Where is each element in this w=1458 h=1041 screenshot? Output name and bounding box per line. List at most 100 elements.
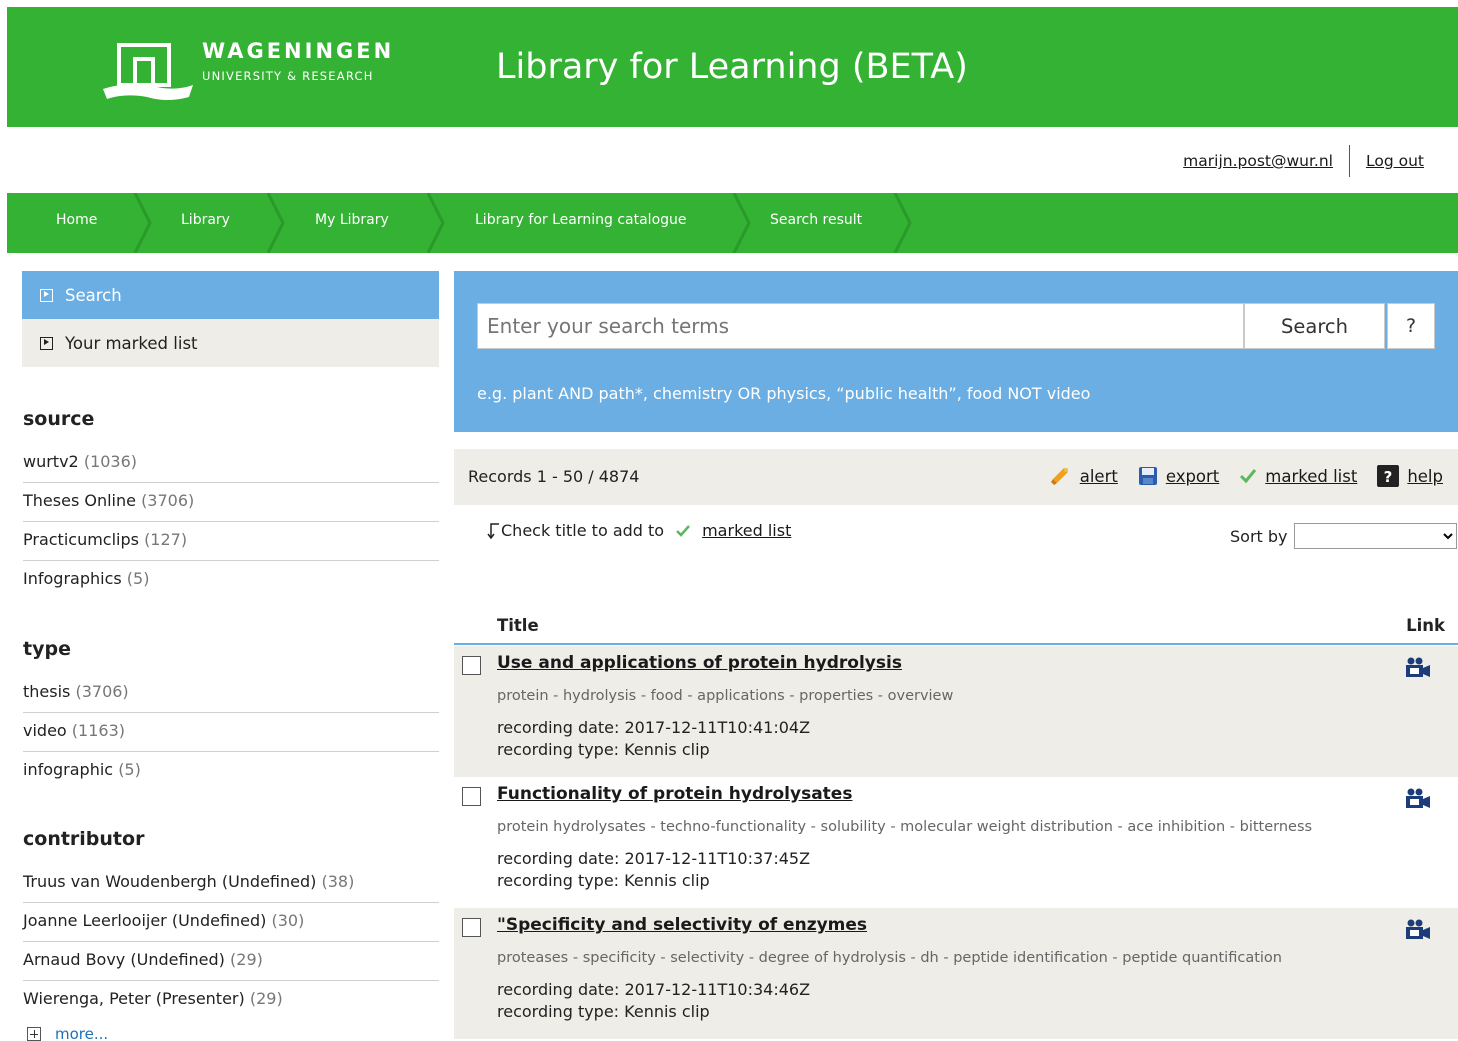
breadcrumb-home[interactable]: Home	[56, 193, 97, 253]
recording-date: recording date: 2017-12-11T10:34:46Z	[497, 980, 811, 999]
table-row: Functionality of protein hydrolysates pr…	[454, 777, 1458, 908]
sidebar-item-marked-list[interactable]: Your marked list	[22, 319, 439, 367]
video-camera-icon[interactable]	[1405, 656, 1431, 682]
facet-contributor: contributor Truus van Woudenbergh (Undef…	[23, 828, 439, 1020]
site-header: WAGENINGEN UNIVERSITY & RESEARCH Library…	[7, 7, 1458, 127]
facet-label[interactable]: Infographics	[23, 569, 122, 588]
column-header-link: Link	[1406, 616, 1445, 635]
breadcrumb-my-library[interactable]: My Library	[315, 193, 389, 253]
recording-type: recording type: Kennis clip	[497, 1002, 710, 1021]
facet-label[interactable]: video	[23, 721, 67, 740]
help-icon: ?	[1377, 465, 1400, 487]
recording-type: recording type: Kennis clip	[497, 740, 710, 759]
records-count: Records 1 - 50 / 4874	[468, 467, 640, 486]
facet-count: (30)	[271, 911, 305, 930]
facet-count: (29)	[230, 950, 263, 969]
result-meta: recording date: 2017-12-11T10:41:04Z rec…	[497, 717, 810, 761]
arrow-down-left-icon	[487, 522, 499, 539]
more-label[interactable]: more...	[55, 1025, 108, 1041]
help-link[interactable]: help	[1407, 467, 1443, 486]
facet-count: (3706)	[141, 491, 195, 510]
facet-type: type thesis (3706) video (1163) infograp…	[23, 638, 439, 791]
facet-label[interactable]: Practicumclips	[23, 530, 139, 549]
result-meta: recording date: 2017-12-11T10:34:46Z rec…	[497, 979, 810, 1023]
facet-label[interactable]: Truus van Woudenbergh (Undefined)	[23, 872, 316, 891]
video-camera-icon[interactable]	[1405, 918, 1431, 944]
chevron-right-icon	[733, 193, 751, 253]
facet-item[interactable]: infographic (5)	[23, 752, 439, 791]
result-title-link[interactable]: Use and applications of protein hydrolys…	[497, 653, 902, 673]
sort-control: Sort by	[1230, 523, 1457, 549]
facet-item[interactable]: Arnaud Bovy (Undefined) (29)	[23, 942, 439, 981]
facet-label[interactable]: wurtv2	[23, 452, 79, 471]
facet-item[interactable]: Practicumclips (127)	[23, 522, 439, 561]
save-disk-icon	[1138, 466, 1158, 486]
user-email-link[interactable]: marijn.post@wur.nl	[1183, 152, 1333, 170]
mark-checkbox[interactable]	[462, 656, 481, 675]
facet-item[interactable]: thesis (3706)	[23, 674, 439, 713]
facet-item[interactable]: Wierenga, Peter (Presenter) (29)	[23, 981, 439, 1020]
marked-list-tool[interactable]: marked list	[1239, 467, 1357, 486]
breadcrumb-library[interactable]: Library	[181, 193, 230, 253]
marked-list-link[interactable]: marked list	[702, 521, 791, 540]
result-title-link[interactable]: Functionality of protein hydrolysates	[497, 784, 852, 804]
facet-label[interactable]: infographic	[23, 760, 113, 779]
facet-label[interactable]: thesis	[23, 682, 70, 701]
marked-list-link[interactable]: marked list	[1265, 467, 1357, 486]
facet-item[interactable]: video (1163)	[23, 713, 439, 752]
result-meta: recording date: 2017-12-11T10:37:45Z rec…	[497, 848, 810, 892]
facet-count: (127)	[144, 530, 188, 549]
facet-title: contributor	[23, 828, 145, 850]
check-hint: Check title to add to marked list	[487, 521, 791, 540]
breadcrumb: Home Library My Library Library for Lear…	[7, 193, 1458, 253]
checkmark-icon	[676, 524, 691, 537]
facet-item[interactable]: Joanne Leerlooijer (Undefined) (30)	[23, 903, 439, 942]
result-title-link[interactable]: "Specificity and selectivity of enzymes	[497, 915, 867, 935]
check-hint-text: Check title to add to	[501, 521, 665, 540]
export-tool[interactable]: export	[1138, 466, 1219, 486]
search-input[interactable]	[477, 303, 1244, 349]
video-camera-icon[interactable]	[1405, 787, 1431, 813]
play-square-icon	[40, 288, 53, 302]
facet-item[interactable]: Truus van Woudenbergh (Undefined) (38)	[23, 864, 439, 903]
mark-checkbox[interactable]	[462, 787, 481, 806]
facet-label[interactable]: Arnaud Bovy (Undefined)	[23, 950, 225, 969]
facet-label[interactable]: Joanne Leerlooijer (Undefined)	[23, 911, 266, 930]
facet-title: type	[23, 638, 71, 660]
facet-count: (1163)	[71, 721, 125, 740]
result-keywords: protein - hydrolysis - food - applicatio…	[497, 688, 954, 704]
results-table-header: Title Link	[454, 610, 1458, 645]
chevron-right-icon	[134, 193, 152, 253]
checkmark-icon	[1239, 467, 1257, 485]
facet-count: (1036)	[83, 452, 138, 471]
recording-type: recording type: Kennis clip	[497, 871, 710, 890]
bell-icon	[1050, 465, 1072, 487]
mark-checkbox[interactable]	[462, 918, 481, 937]
facet-item[interactable]: Theses Online (3706)	[23, 483, 439, 522]
table-row: Use and applications of protein hydrolys…	[454, 646, 1458, 777]
help-tool[interactable]: ? help	[1377, 465, 1443, 487]
breadcrumb-catalogue[interactable]: Library for Learning catalogue	[475, 193, 687, 253]
wur-logo[interactable]: WAGENINGEN UNIVERSITY & RESEARCH	[97, 37, 427, 107]
divider	[1349, 145, 1350, 177]
alert-link[interactable]: alert	[1080, 467, 1118, 486]
search-help-button[interactable]: ?	[1387, 303, 1435, 349]
facet-count: (3706)	[75, 682, 129, 701]
facet-item[interactable]: Infographics (5)	[23, 561, 439, 600]
sort-select[interactable]	[1293, 523, 1457, 549]
sidebar-menu: Search Your marked list	[22, 271, 439, 367]
facet-item[interactable]: wurtv2 (1036)	[23, 444, 439, 483]
sidebar-item-search[interactable]: Search	[22, 271, 439, 319]
facet-label[interactable]: Wierenga, Peter (Presenter)	[23, 989, 245, 1008]
export-link[interactable]: export	[1166, 467, 1219, 486]
alert-tool[interactable]: alert	[1050, 465, 1118, 487]
facet-count: (38)	[321, 872, 355, 891]
result-tools: alert export marked list ? help	[1030, 465, 1443, 487]
wur-logo-icon	[103, 43, 193, 100]
facet-label[interactable]: Theses Online	[23, 491, 136, 510]
logout-link[interactable]: Log out	[1366, 152, 1424, 170]
site-title: Library for Learning (BETA)	[496, 47, 968, 87]
table-row: "Specificity and selectivity of enzymes …	[454, 908, 1458, 1039]
more-link[interactable]: more...	[27, 1025, 108, 1041]
search-button[interactable]: Search	[1244, 303, 1385, 349]
